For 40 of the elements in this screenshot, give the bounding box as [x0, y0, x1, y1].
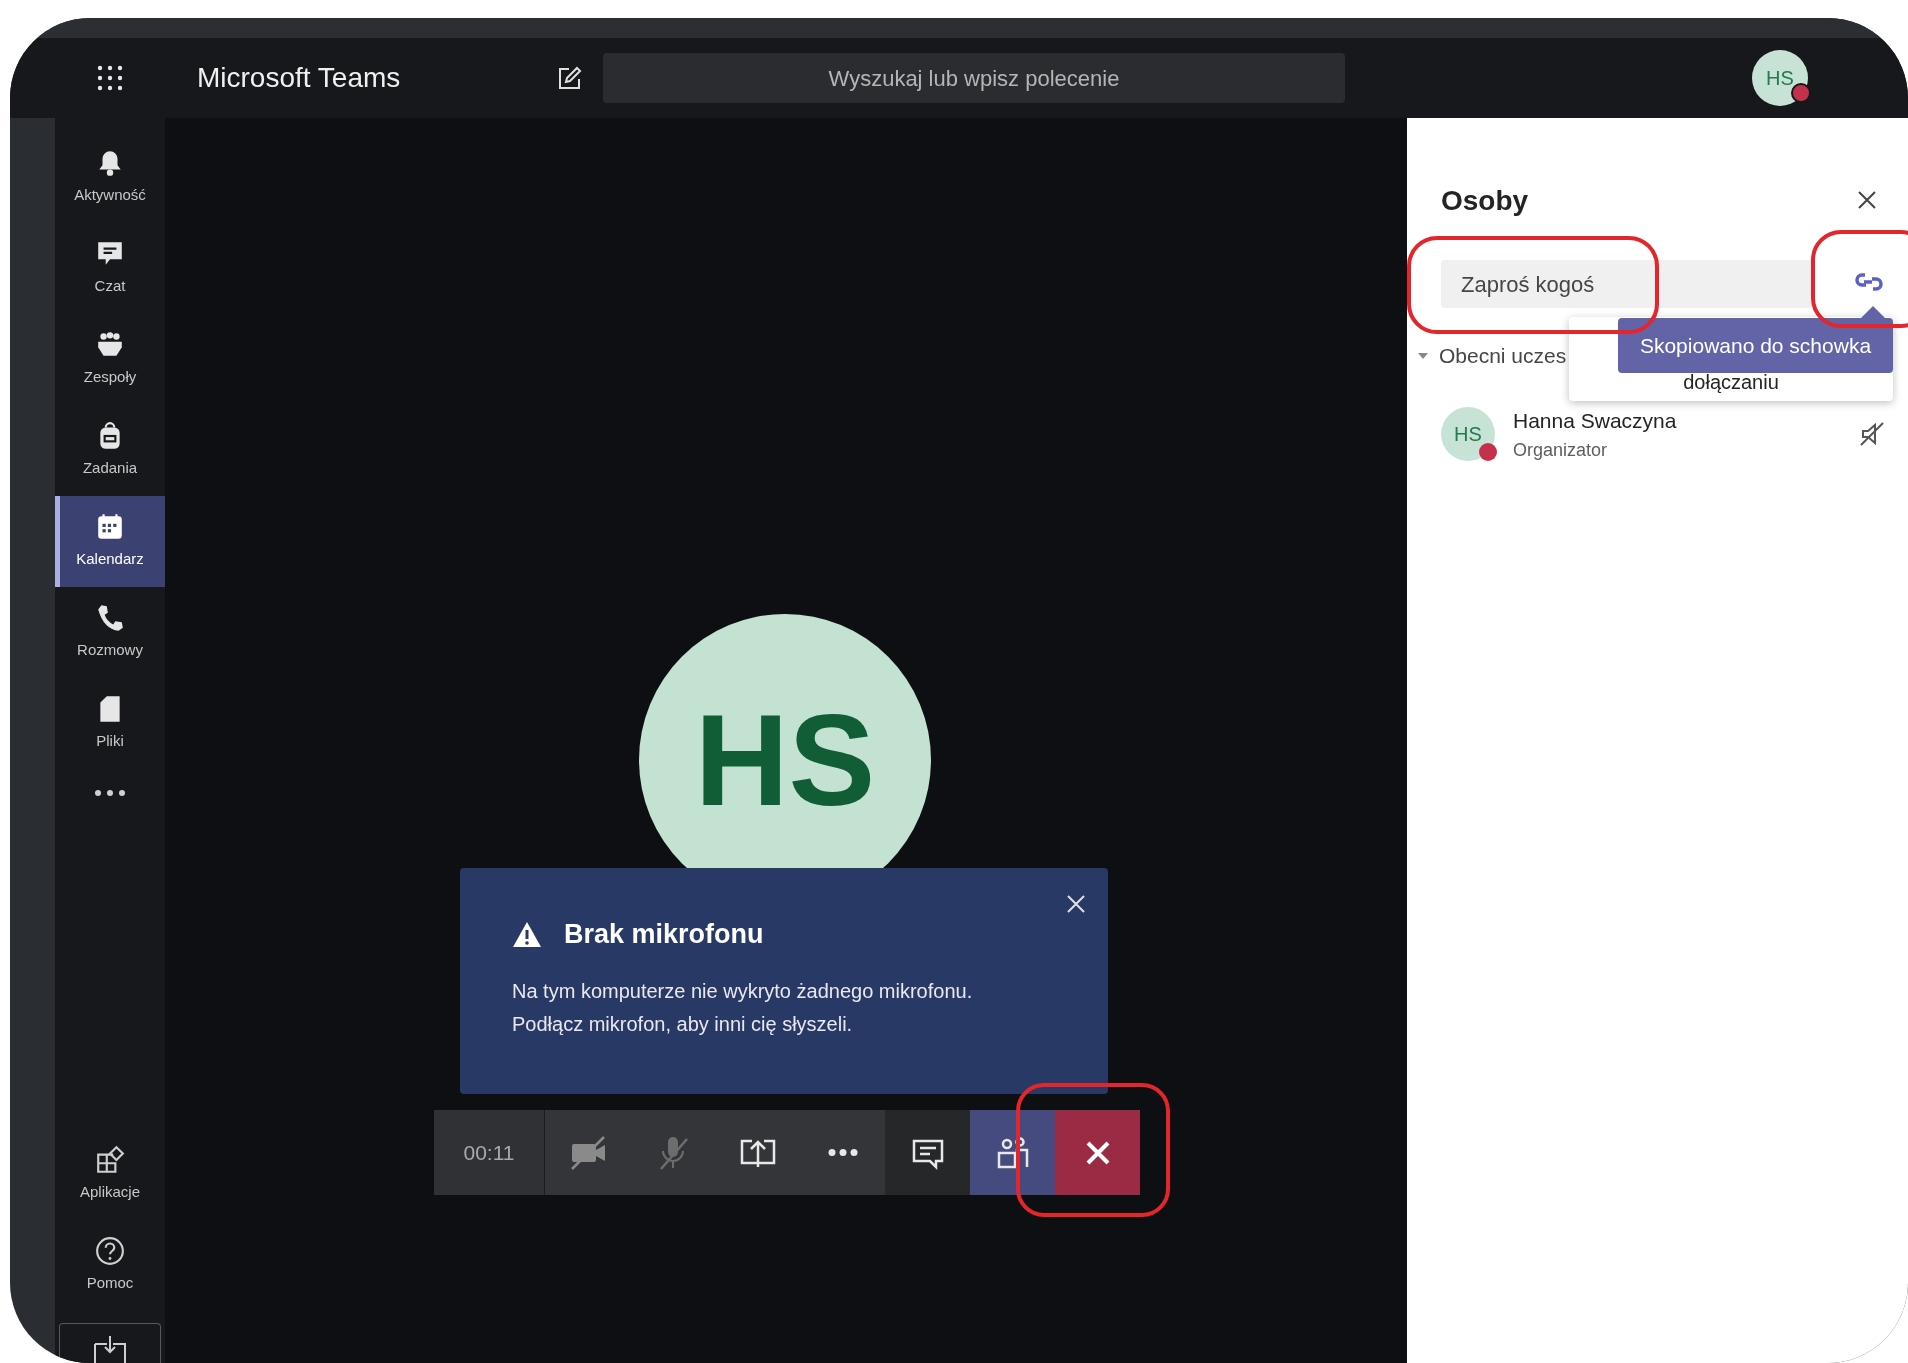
section-header: Obecni uczes	[1439, 343, 1567, 369]
apps-icon	[95, 1145, 125, 1176]
speaker-muted-icon	[1859, 421, 1885, 448]
invite-field[interactable]: Zaproś kogoś	[1441, 260, 1813, 308]
notification-title: Brak mikrofonu	[564, 918, 764, 951]
link-icon[interactable]	[1855, 271, 1883, 293]
rail-item[interactable]: Rozmowy	[55, 587, 165, 678]
call-control-button[interactable]	[970, 1110, 1055, 1195]
participant-name: Hanna Swaczyna	[1513, 408, 1678, 434]
notification-text: Na tym komputerze nie wykryto żadnego mikrofonu.	[512, 978, 974, 1004]
search-field[interactable]: Wyszukaj lub wpisz polecenie	[603, 53, 1345, 103]
more-icon	[827, 1149, 858, 1156]
download-icon[interactable]	[93, 1334, 127, 1363]
rail-item[interactable]: Aktywność	[55, 132, 165, 223]
rail-item[interactable]: Pliki	[55, 678, 165, 769]
participant-role: Organizator	[1513, 438, 1609, 462]
tooltip: Skopiowano do schowka	[1618, 318, 1893, 373]
user-avatar[interactable]: HS	[1752, 50, 1808, 106]
rail-item[interactable]: Pomoc	[55, 1220, 165, 1311]
help-icon	[95, 1236, 125, 1267]
tooltip-arrow	[1861, 306, 1885, 318]
warning-icon	[512, 920, 542, 948]
hang-up-button[interactable]	[1055, 1110, 1140, 1195]
compose-icon[interactable]	[557, 65, 583, 91]
rail-item[interactable]: Aplikacje	[55, 1129, 165, 1220]
app-title: Microsoft Teams	[197, 61, 402, 95]
phone-icon	[95, 603, 125, 634]
popup-text: dołączaniu	[1683, 370, 1779, 395]
more-icon[interactable]	[94, 789, 126, 797]
rail-item[interactable]: Zespoły	[55, 314, 165, 405]
close-icon[interactable]	[1857, 190, 1877, 210]
rail-item[interactable]: Zadania	[55, 405, 165, 496]
participant-avatar: HS	[1441, 407, 1495, 462]
call-timer: 00:11	[434, 1110, 545, 1195]
notification-text: Podłącz mikrofon, aby inni cię słyszeli.	[512, 1011, 854, 1037]
panel-title: Osoby	[1441, 184, 1529, 218]
rail-item[interactable]: Czat	[55, 223, 165, 314]
call-control-button[interactable]	[885, 1110, 970, 1195]
app-launcher-icon[interactable]	[97, 65, 123, 91]
rail-item[interactable]: Kalendarz	[55, 496, 165, 587]
